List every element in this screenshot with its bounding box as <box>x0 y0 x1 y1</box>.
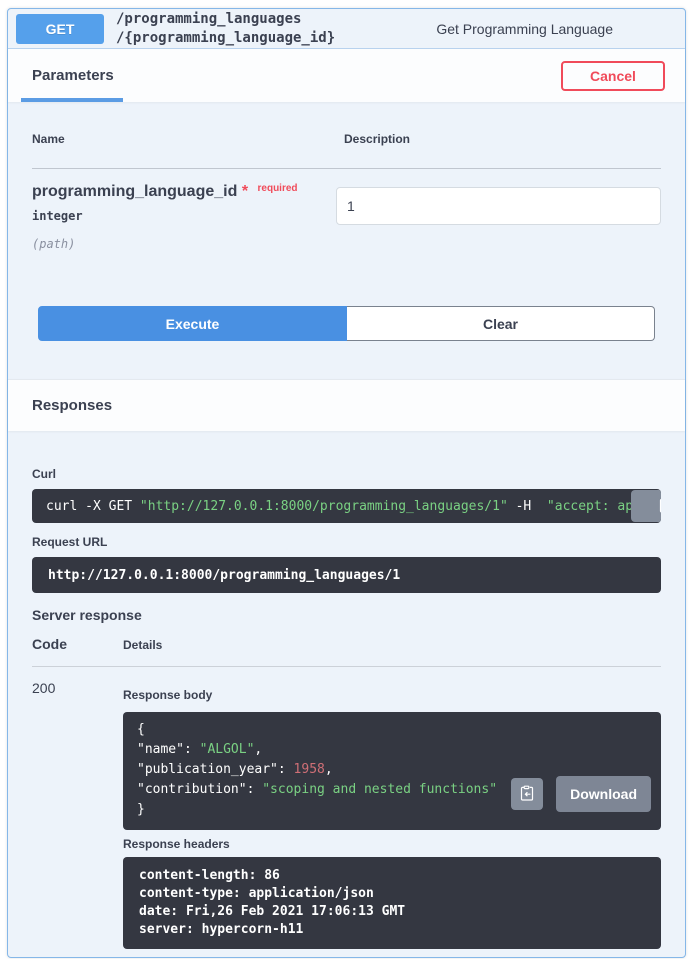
copy-response-button[interactable] <box>511 778 543 810</box>
parameter-type: integer <box>32 209 336 223</box>
operation-description: Get Programming Language <box>436 21 613 37</box>
column-header-code: Code <box>32 636 123 652</box>
response-table-head: Code Details <box>32 636 661 667</box>
parameters-table-head: Name Description <box>32 132 661 146</box>
curl-label: Curl <box>32 467 661 481</box>
parameter-description-cell <box>336 183 661 251</box>
operation-summary[interactable]: GET /programming_languages /{programming… <box>8 9 685 49</box>
parameter-info: programming_language_id * required integ… <box>32 183 336 251</box>
curl-command-block: curl -X GET "http://127.0.0.1:8000/progr… <box>32 489 661 523</box>
execute-button-group: Execute Clear <box>38 306 655 341</box>
download-button[interactable]: Download <box>556 776 651 812</box>
execute-button[interactable]: Execute <box>38 306 347 341</box>
column-header-description: Description <box>344 132 661 146</box>
endpoint-path-line2: /{programming_language_id} <box>116 29 335 47</box>
parameters-table: Name Description programming_language_id… <box>8 102 685 251</box>
response-body-label: Response body <box>123 688 661 702</box>
response-headers-label: Response headers <box>123 837 661 851</box>
request-url-block: http://127.0.0.1:8000/programming_langua… <box>32 557 661 593</box>
parameter-row: programming_language_id * required integ… <box>32 169 661 251</box>
response-body-actions: Download <box>511 776 651 812</box>
response-body-block: { "name": "ALGOL", "publication_year": 1… <box>123 712 661 830</box>
server-response-label: Server response <box>32 607 661 623</box>
curl-command-text: curl -X GET "http://127.0.0.1:8000/progr… <box>46 499 661 514</box>
column-header-name: Name <box>32 132 344 146</box>
responses-section-header: Responses <box>8 379 685 431</box>
response-headers-text: content-length: 86content-type: applicat… <box>139 867 645 939</box>
required-label: required <box>258 183 298 194</box>
parameter-name: programming_language_id <box>32 183 237 200</box>
parameters-section-header: Parameters Cancel <box>8 49 685 102</box>
endpoint-path-line1: /programming_languages <box>116 10 335 28</box>
request-url-text: http://127.0.0.1:8000/programming_langua… <box>48 568 400 583</box>
status-code: 200 <box>32 680 123 949</box>
responses-body: Curl curl -X GET "http://127.0.0.1:8000/… <box>8 467 685 959</box>
parameter-name-line: programming_language_id * required <box>32 183 336 201</box>
http-method-badge: GET <box>16 14 104 44</box>
response-row: 200 Response body { "name": "ALGOL", "pu… <box>32 667 661 949</box>
clear-button[interactable]: Clear <box>347 306 655 341</box>
copy-curl-button[interactable] <box>631 490 661 522</box>
response-headers-block: content-length: 86content-type: applicat… <box>123 857 661 949</box>
parameter-location: (path) <box>32 237 336 251</box>
column-header-details: Details <box>123 638 162 652</box>
request-url-label: Request URL <box>32 535 661 549</box>
responses-title: Responses <box>32 397 112 414</box>
operation-block-get: GET /programming_languages /{programming… <box>7 8 686 958</box>
clipboard-icon <box>519 785 535 804</box>
endpoint-path: /programming_languages /{programming_lan… <box>116 10 335 46</box>
required-asterisk: * <box>242 183 248 200</box>
clipboard-icon <box>620 489 661 523</box>
parameter-value-input[interactable] <box>336 187 661 225</box>
tab-active-underline <box>21 98 123 102</box>
response-details: Response body { "name": "ALGOL", "public… <box>123 680 661 949</box>
cancel-button[interactable]: Cancel <box>561 61 665 91</box>
tab-parameters[interactable]: Parameters <box>32 67 114 84</box>
